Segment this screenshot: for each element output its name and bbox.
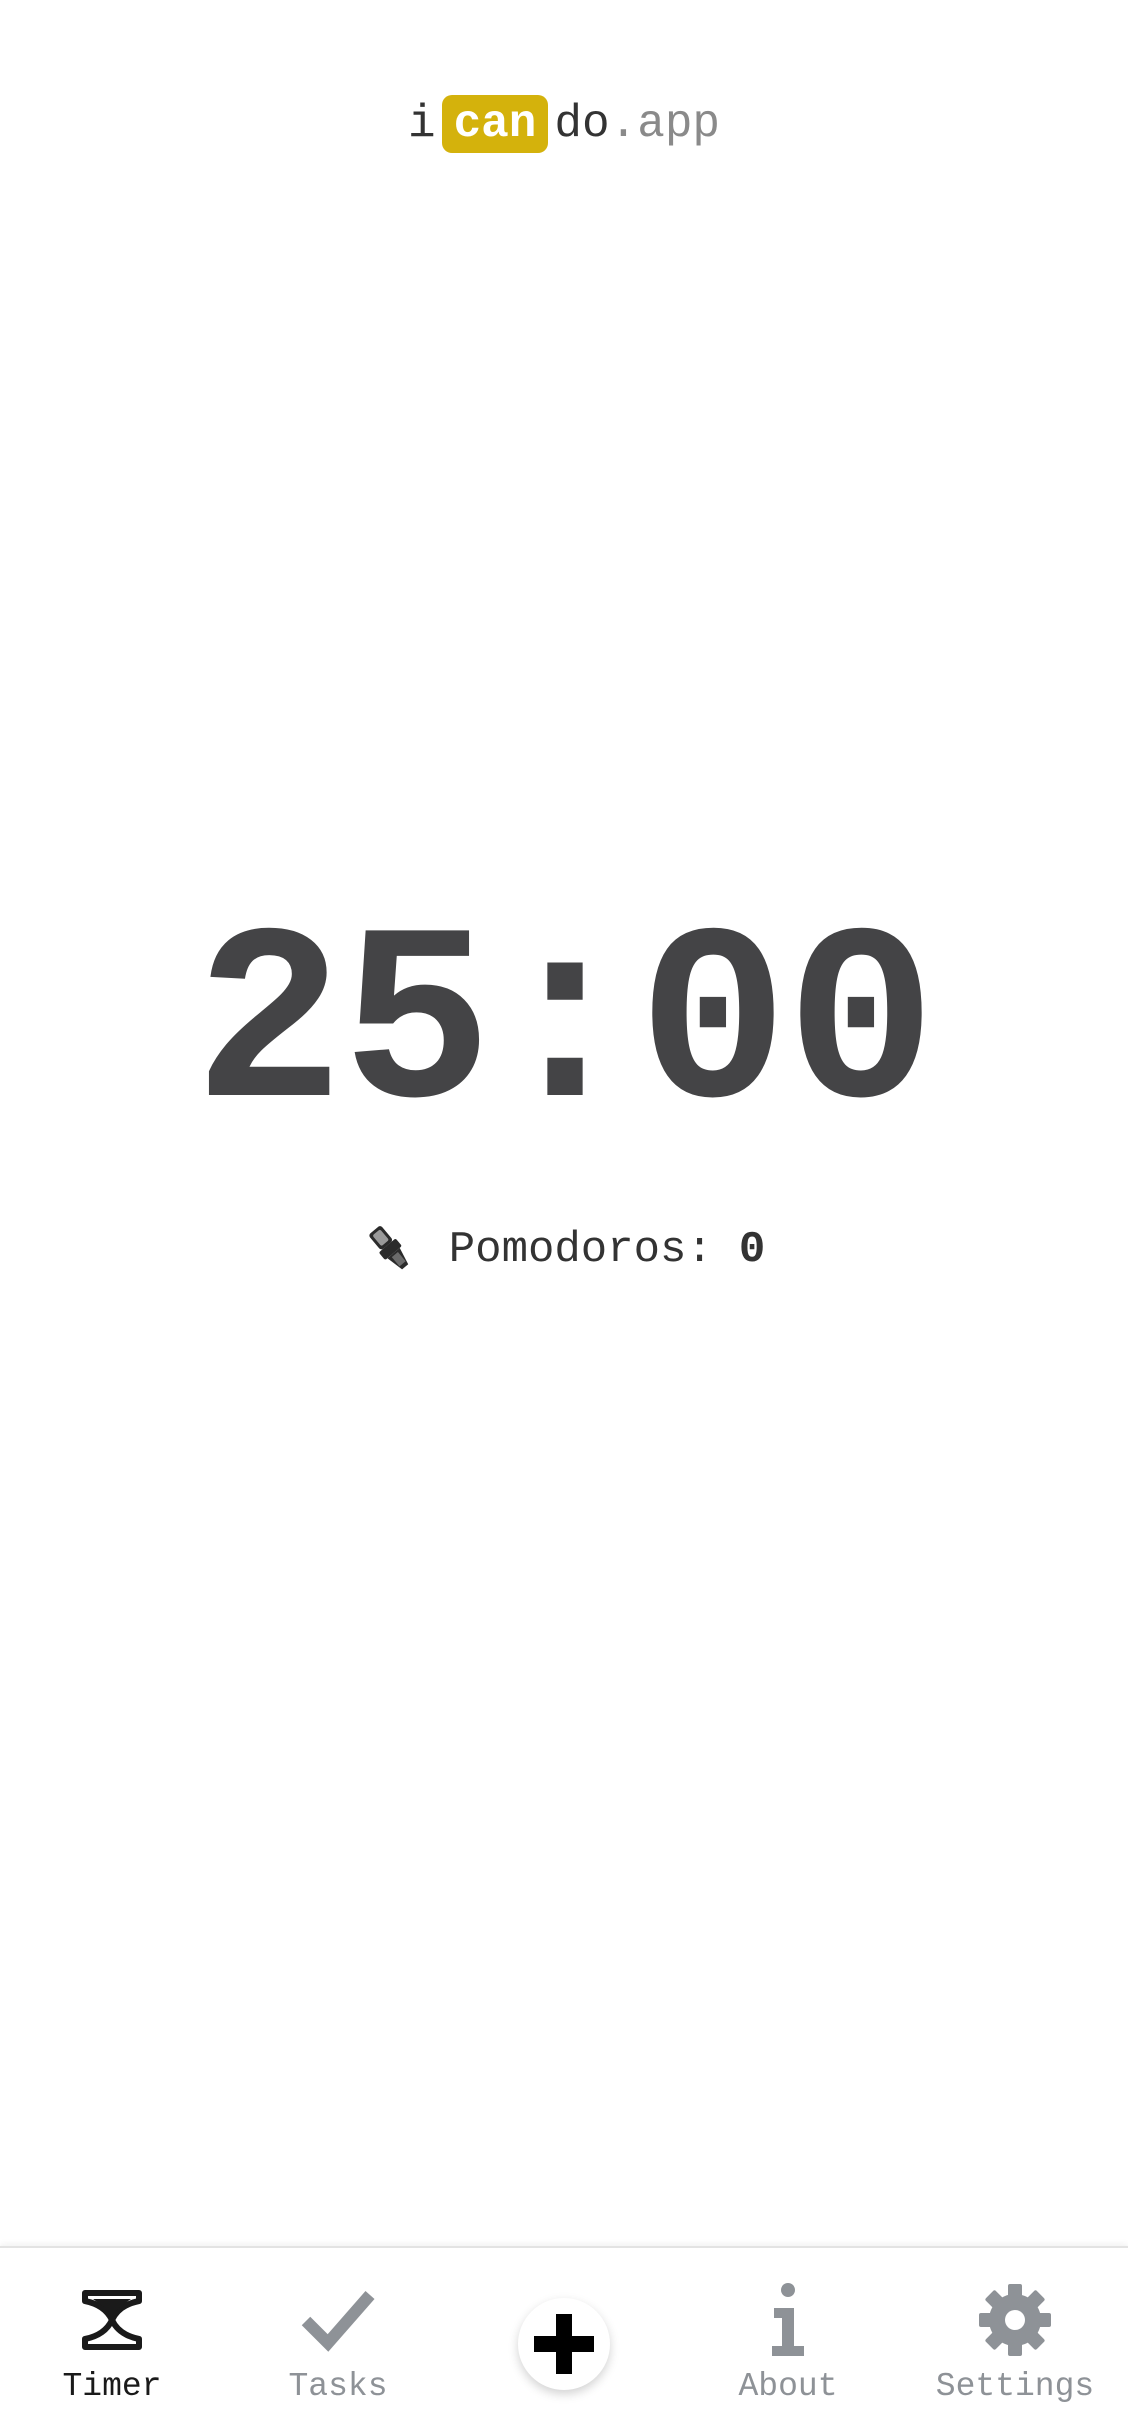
nav-item-timer[interactable]: Timer <box>52 2248 172 2436</box>
nav-item-settings[interactable]: Settings <box>930 2248 1100 2436</box>
timer-screen: i can do.app 25:00 Pomodoros: 0 Timer Ta… <box>0 0 1128 2436</box>
timer-display[interactable]: 25:00 <box>0 900 1128 1160</box>
gear-icon <box>975 2280 1055 2360</box>
checkmark-icon <box>298 2280 378 2360</box>
pomodoro-count: 0 <box>738 1225 766 1275</box>
logo-part-can: can <box>441 95 549 153</box>
info-icon <box>748 2280 828 2360</box>
nav-label-about: About <box>738 2368 838 2405</box>
nav-item-about[interactable]: About <box>728 2248 848 2436</box>
nav-label-tasks: Tasks <box>288 2368 388 2405</box>
logo-part-i: i <box>407 98 436 150</box>
app-logo: i can do.app <box>0 92 1128 156</box>
nav-label-settings: Settings <box>935 2368 1095 2405</box>
tomato-icon <box>369 1226 408 1270</box>
hourglass-icon <box>72 2280 152 2360</box>
logo-part-do: do <box>554 98 610 150</box>
pomodoro-label: Pomodoros: <box>448 1225 713 1275</box>
nav-item-tasks[interactable]: Tasks <box>278 2248 398 2436</box>
nav-label-timer: Timer <box>62 2368 162 2405</box>
plus-icon <box>534 2314 594 2374</box>
add-button[interactable] <box>518 2298 610 2390</box>
logo-part-app: .app <box>609 98 721 150</box>
pomodoro-counter: Pomodoros: 0 <box>0 1222 1128 1278</box>
